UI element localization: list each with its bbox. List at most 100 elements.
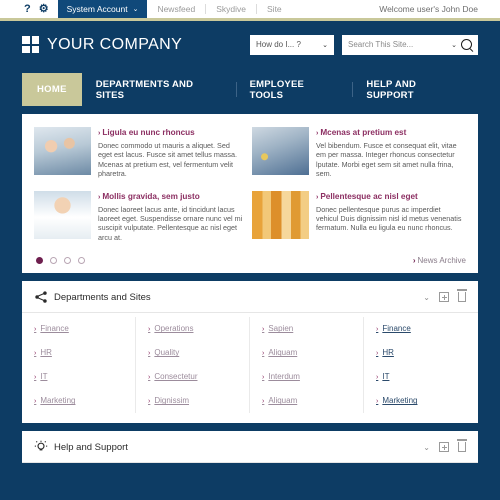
dept-link-label: Aliquam bbox=[268, 348, 298, 358]
news-item[interactable]: › Ligula eu nunc rhoncus Donec commodo ut… bbox=[32, 123, 250, 187]
dept-link[interactable]: › Aliquam bbox=[260, 389, 353, 413]
news-item-title-text: Mcenas at pretium est bbox=[320, 128, 407, 137]
dept-link[interactable]: › Dignissim bbox=[146, 389, 239, 413]
chevron-right-icon: › bbox=[412, 256, 416, 266]
add-icon[interactable] bbox=[439, 442, 449, 453]
suite-bar-icon-group: ? ⚙ bbox=[0, 0, 58, 18]
chevron-right-icon: › bbox=[376, 398, 379, 406]
site-logo[interactable]: YOUR COMPANY bbox=[22, 36, 182, 54]
dept-link-label: Dignissim bbox=[154, 396, 190, 406]
carousel-dot-3[interactable] bbox=[64, 257, 71, 265]
gear-icon[interactable]: ⚙ bbox=[39, 3, 49, 15]
carousel-dot-4[interactable] bbox=[78, 257, 85, 265]
news-item-title-text: Ligula eu nunc rhoncus bbox=[102, 128, 195, 137]
dept-link-label: Operations bbox=[154, 324, 194, 334]
suite-link-skydive[interactable]: Skydive bbox=[206, 4, 258, 14]
how-do-i-dropdown[interactable]: How do I... ? ⌄ bbox=[250, 34, 334, 55]
suite-links: Newsfeed Skydive Site bbox=[147, 0, 291, 18]
dept-link[interactable]: › HR bbox=[374, 341, 468, 365]
news-thumbnail-image bbox=[34, 127, 91, 175]
carousel-dot-2[interactable] bbox=[50, 257, 57, 265]
news-archive-link[interactable]: › News Archive bbox=[413, 256, 466, 265]
dept-link[interactable]: › Marketing bbox=[374, 389, 468, 413]
news-carousel-footer: › News Archive bbox=[22, 250, 478, 273]
dept-link-label: Marketing bbox=[40, 396, 76, 406]
chevron-right-icon: › bbox=[316, 130, 319, 137]
chevron-right-icon: › bbox=[148, 398, 151, 406]
share-icon bbox=[35, 291, 47, 303]
news-item-description: Donec laoreet lacus ante, id tincidunt l… bbox=[98, 204, 243, 242]
chevron-right-icon: › bbox=[316, 193, 319, 201]
help-and-support-panel: Help and Support ⌄ bbox=[22, 431, 478, 464]
search-input-value: Search This Site... bbox=[348, 40, 414, 49]
chevron-right-icon: › bbox=[376, 374, 379, 382]
news-item-title[interactable]: › Mcenas at pretium est bbox=[316, 127, 462, 139]
chevron-right-icon: › bbox=[34, 350, 37, 358]
carousel-dots bbox=[36, 257, 85, 265]
news-item[interactable]: › Mcenas at pretium est Vel bibendum. Fus… bbox=[250, 123, 468, 187]
news-item[interactable]: › Pellentesque ac nisl eget Donec pellent… bbox=[250, 187, 468, 251]
dept-link-label: IT bbox=[40, 372, 48, 382]
news-item-description: Donec pellentesque purus ac imperdiet ve… bbox=[316, 204, 462, 233]
dept-link[interactable]: › Finance bbox=[374, 317, 468, 341]
welcome-message: Welcome user's John Doe bbox=[379, 4, 478, 14]
grid-logo-icon bbox=[22, 36, 39, 53]
dept-link[interactable]: › IT bbox=[374, 365, 468, 389]
news-item-title-text: Pellentesque ac nisl eget bbox=[320, 191, 418, 201]
chevron-right-icon: › bbox=[262, 350, 265, 358]
news-grid: › Ligula eu nunc rhoncus Donec commodo ut… bbox=[22, 114, 478, 250]
dept-link-label: Marketing bbox=[382, 396, 418, 406]
site-header: YOUR COMPANY How do I... ? ⌄ Search This… bbox=[0, 21, 500, 68]
search-area: How do I... ? ⌄ Search This Site... ⌄ bbox=[250, 34, 478, 55]
carousel-dot-1[interactable] bbox=[36, 257, 43, 265]
departments-panel-title: Departments and Sites bbox=[54, 291, 151, 303]
dept-link[interactable]: › Quality bbox=[146, 341, 239, 365]
site-title: YOUR COMPANY bbox=[47, 35, 183, 53]
dept-link[interactable]: › IT bbox=[32, 365, 125, 389]
add-icon[interactable] bbox=[439, 292, 449, 303]
nav-item-home[interactable]: HOME bbox=[22, 73, 82, 106]
news-item-title[interactable]: › Pellentesque ac nisl eget bbox=[316, 191, 462, 203]
how-do-i-label: How do I... ? bbox=[256, 40, 301, 49]
chevron-right-icon: › bbox=[262, 398, 265, 406]
news-item[interactable]: › Mollis gravida, sem justo Donec laoreet… bbox=[32, 187, 250, 251]
news-thumbnail-image bbox=[34, 190, 91, 239]
departments-column-4: › Finance › HR › IT › Marketing bbox=[364, 317, 478, 413]
question-mark-icon[interactable]: ? bbox=[24, 3, 31, 15]
lightbulb-icon bbox=[34, 440, 48, 451]
chevron-right-icon: › bbox=[34, 326, 37, 334]
dept-link-label: Consectetur bbox=[154, 372, 198, 382]
chevron-down-icon[interactable]: ⌄ bbox=[423, 443, 430, 452]
chevron-down-icon: ⌄ bbox=[132, 6, 139, 13]
nav-item-help-and-support[interactable]: HELP AND SUPPORT bbox=[352, 73, 478, 106]
departments-and-sites-panel: Departments and Sites ⌄ › Finance › HR › IT… bbox=[22, 281, 478, 424]
dept-link[interactable]: › HR bbox=[32, 341, 125, 365]
departments-column-1: › Finance › HR › IT › Marketing bbox=[22, 317, 136, 414]
chevron-down-icon[interactable]: ⌄ bbox=[423, 293, 430, 302]
suite-link-site[interactable]: Site bbox=[257, 4, 292, 14]
help-panel-header: Help and Support ⌄ bbox=[22, 431, 478, 464]
departments-column-3: › Sapien › Aliquam › Interdum › Aliquam bbox=[250, 317, 364, 414]
trash-icon[interactable] bbox=[457, 439, 467, 453]
news-item-description: Donec commodo ut mauris a aliquet. Sed e… bbox=[98, 141, 238, 179]
suite-link-newsfeed[interactable]: Newsfeed bbox=[147, 4, 207, 14]
news-item-title[interactable]: › Mollis gravida, sem justo bbox=[98, 191, 244, 203]
trash-icon[interactable] bbox=[457, 289, 467, 303]
nav-item-departments-and-sites[interactable]: DEPARTMENTS AND SITES bbox=[82, 73, 236, 106]
search-input[interactable]: Search This Site... ⌄ bbox=[342, 34, 478, 55]
dept-link[interactable]: › Interdum bbox=[260, 365, 353, 389]
dept-link[interactable]: › Aliquam bbox=[260, 341, 353, 365]
chevron-down-icon[interactable]: ⌄ bbox=[451, 41, 457, 49]
dept-link[interactable]: › Operations bbox=[146, 317, 239, 341]
departments-column-2: › Operations › Quality › Consectetur › Digni… bbox=[136, 317, 250, 414]
dept-link[interactable]: › Marketing bbox=[32, 389, 125, 413]
search-icon[interactable] bbox=[461, 39, 472, 50]
chevron-right-icon: › bbox=[34, 374, 37, 382]
dept-link-label: HR bbox=[382, 348, 394, 358]
nav-item-employee-tools[interactable]: EMPLOYEE TOOLS bbox=[235, 73, 353, 106]
dept-link[interactable]: › Finance bbox=[32, 317, 125, 341]
dept-link[interactable]: › Consectetur bbox=[146, 365, 239, 389]
dept-link[interactable]: › Sapien bbox=[260, 317, 353, 341]
news-item-title[interactable]: › Ligula eu nunc rhoncus bbox=[98, 127, 244, 139]
system-account-menu[interactable]: System Account ⌄ bbox=[57, 0, 148, 18]
